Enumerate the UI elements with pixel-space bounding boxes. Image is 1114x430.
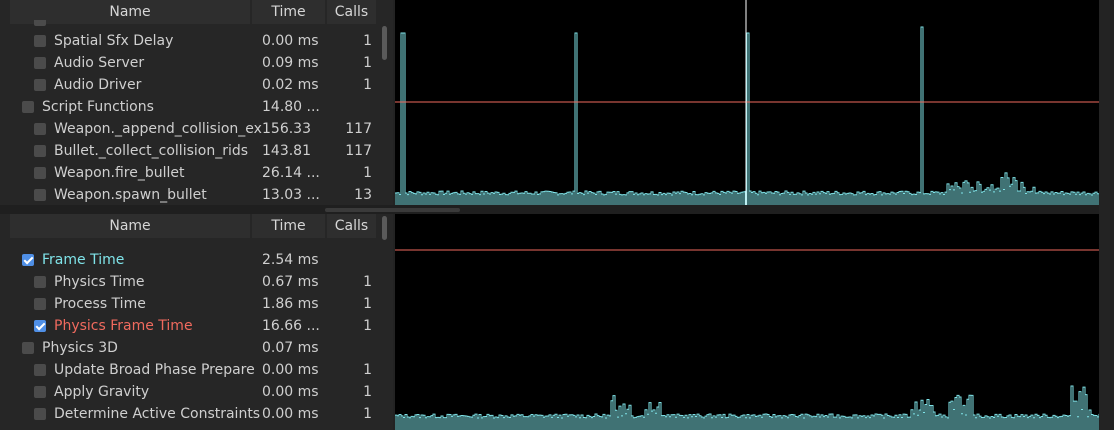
tree-row[interactable]: Bullet._collect_collision_rids 143.81 117 — [0, 140, 380, 162]
row-name: Weapon.spawn_bullet — [54, 187, 207, 203]
row-time: 156.33 — [262, 121, 311, 137]
bottom-tree-scrollbar[interactable] — [382, 216, 387, 240]
row-time: 13.03 ... — [262, 187, 320, 203]
right-margin — [1099, 0, 1114, 430]
name-column-header[interactable]: Name — [10, 214, 250, 238]
row-calls: 1 — [363, 33, 372, 49]
row-name: Process Time — [54, 296, 146, 312]
checked-checkbox[interactable] — [34, 320, 46, 332]
bottom-graph-svg — [395, 249, 1099, 430]
bottom-profiler-panel: Name Time Calls Frame Time 2.54 ms Physics… — [0, 214, 1114, 430]
checkbox[interactable] — [34, 386, 46, 398]
row-time: 0.00 ms — [262, 384, 319, 400]
row-name: Physics Frame Time — [54, 318, 193, 334]
row-name: Frame Time — [42, 252, 125, 268]
checked-checkbox[interactable] — [22, 254, 34, 266]
row-name: Weapon._append_collision_ex... — [54, 121, 262, 137]
name-column-header[interactable]: Name — [10, 0, 250, 24]
bottom-profiler-graph[interactable] — [395, 214, 1099, 430]
calls-column-header[interactable]: Calls — [327, 214, 376, 238]
tree-row[interactable]: Process Time 1.86 ms 1 — [0, 293, 380, 315]
row-time: 16.66 ... — [262, 318, 320, 334]
partial-row-cut-off — [34, 20, 46, 26]
row-calls: 1 — [363, 55, 372, 71]
top-tree-scrollbar[interactable] — [382, 26, 387, 60]
frame-time-graph-line — [395, 26, 1099, 205]
time-column-header[interactable]: Time — [252, 0, 325, 24]
row-calls: 117 — [345, 143, 372, 159]
row-calls: 1 — [363, 318, 372, 334]
calls-column-header[interactable]: Calls — [327, 0, 376, 24]
tree-row[interactable]: Physics Time 0.67 ms 1 — [0, 271, 380, 293]
row-name: Audio Server — [54, 55, 145, 71]
tree-row[interactable]: Frame Time 2.54 ms — [0, 249, 380, 271]
frame-time-graph-line — [395, 385, 1099, 430]
row-name: Weapon.fire_bullet — [54, 165, 185, 181]
row-time: 143.81 — [262, 143, 311, 159]
row-time: 1.86 ms — [262, 296, 319, 312]
tree-row[interactable]: Audio Server 0.09 ms 1 — [0, 52, 380, 74]
row-time: 0.09 ms — [262, 55, 319, 71]
tree-row[interactable]: Update Broad Phase Prepare 0.00 ms 1 — [0, 359, 380, 381]
tree-row[interactable]: Weapon._append_collision_ex... 156.33 117 — [0, 118, 380, 140]
row-name: Spatial Sfx Delay — [54, 33, 174, 49]
panel-splitter[interactable] — [0, 205, 1114, 214]
row-time: 0.00 ms — [262, 33, 319, 49]
tree-row[interactable]: Spatial Sfx Delay 0.00 ms 1 — [0, 30, 380, 52]
top-graph-svg — [395, 0, 1099, 205]
row-time: 14.80 ... — [262, 99, 320, 115]
tree-row[interactable]: Physics 3D 0.07 ms — [0, 337, 380, 359]
checkbox[interactable] — [34, 123, 46, 135]
checkbox[interactable] — [34, 189, 46, 201]
row-name: Update Broad Phase Prepare — [54, 362, 255, 378]
row-calls: 1 — [363, 384, 372, 400]
checkbox[interactable] — [34, 364, 46, 376]
row-calls: 1 — [363, 274, 372, 290]
row-name: Audio Driver — [54, 77, 142, 93]
checkbox[interactable] — [34, 35, 46, 47]
checkbox[interactable] — [34, 57, 46, 69]
row-time: 0.07 ms — [262, 340, 319, 356]
checkbox[interactable] — [22, 101, 34, 113]
row-name: Determine Active Constraints — [54, 406, 261, 422]
checkbox[interactable] — [34, 145, 46, 157]
row-time: 26.14 ... — [262, 165, 320, 181]
tree-row[interactable]: Script Functions 14.80 ... — [0, 96, 380, 118]
row-calls: 1 — [363, 362, 372, 378]
checkbox[interactable] — [34, 79, 46, 91]
tree-row[interactable]: Audio Driver 0.02 ms 1 — [0, 74, 380, 96]
top-profiler-graph[interactable] — [395, 0, 1099, 205]
bottom-function-tree[interactable]: Name Time Calls Frame Time 2.54 ms Physics… — [0, 214, 393, 430]
top-profiler-panel: Name Time Calls Spatial Sfx Delay 0.00 ms… — [0, 0, 1114, 205]
time-column-header[interactable]: Time — [252, 214, 325, 238]
checkbox[interactable] — [34, 298, 46, 310]
row-name: Physics Time — [54, 274, 145, 290]
row-calls: 1 — [363, 406, 372, 422]
checkbox[interactable] — [34, 167, 46, 179]
row-time: 0.02 ms — [262, 77, 319, 93]
tree-row[interactable]: Physics Frame Time 16.66 ... 1 — [0, 315, 380, 337]
row-calls: 13 — [354, 187, 372, 203]
row-calls: 1 — [363, 77, 372, 93]
row-time: 0.00 ms — [262, 406, 319, 422]
checkbox[interactable] — [34, 408, 46, 420]
row-calls: 1 — [363, 296, 372, 312]
tree-row[interactable]: Weapon.spawn_bullet 13.03 ... 13 — [0, 184, 380, 205]
checkbox[interactable] — [22, 342, 34, 354]
top-function-tree[interactable]: Name Time Calls Spatial Sfx Delay 0.00 ms… — [0, 0, 393, 205]
row-calls: 117 — [345, 121, 372, 137]
splitter-grip[interactable] — [325, 208, 460, 212]
row-time: 0.00 ms — [262, 362, 319, 378]
tree-row[interactable]: Determine Active Constraints 0.00 ms 1 — [0, 403, 380, 425]
row-time: 2.54 ms — [262, 252, 319, 268]
row-time: 0.67 ms — [262, 274, 319, 290]
row-name: Physics 3D — [42, 340, 118, 356]
tree-row[interactable]: Weapon.fire_bullet 26.14 ... 1 — [0, 162, 380, 184]
row-name: Apply Gravity — [54, 384, 150, 400]
row-name: Script Functions — [42, 99, 154, 115]
row-name: Bullet._collect_collision_rids — [54, 143, 249, 159]
row-calls: 1 — [363, 165, 372, 181]
tree-row[interactable]: Apply Gravity 0.00 ms 1 — [0, 381, 380, 403]
checkbox[interactable] — [34, 276, 46, 288]
